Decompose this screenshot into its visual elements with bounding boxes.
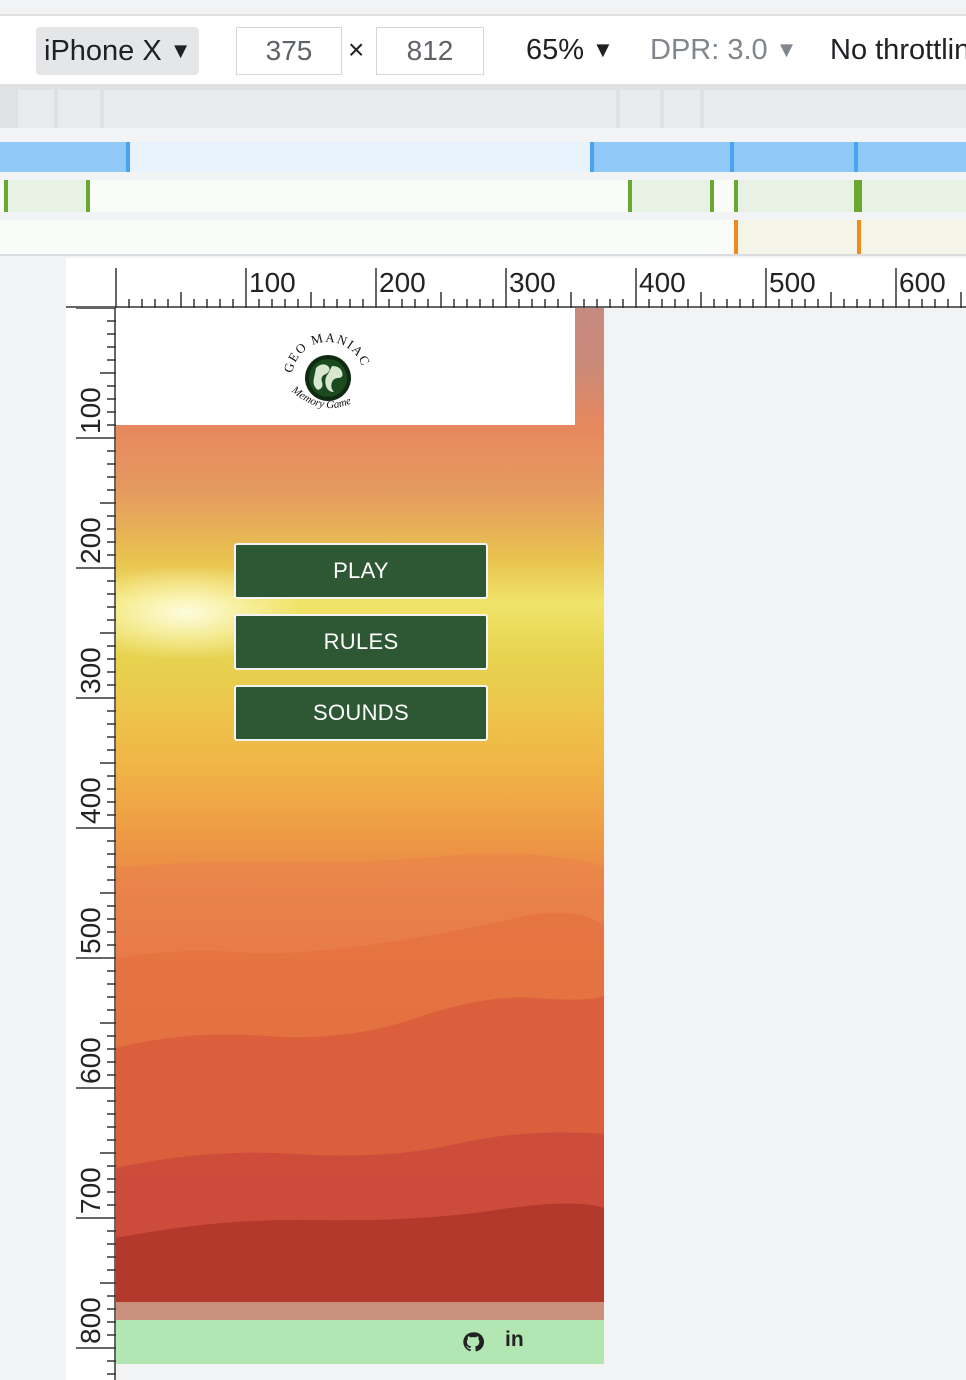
ruler-label: 100 xyxy=(75,387,106,434)
geo-maniac-logo[interactable]: GEO MANIAC Memory Game xyxy=(278,324,378,424)
ruler-label: 300 xyxy=(509,267,556,298)
media-query-segment[interactable] xyxy=(620,90,660,128)
ruler-label: 200 xyxy=(75,517,106,564)
media-query-block[interactable] xyxy=(734,180,966,212)
chevron-down-icon: ▼ xyxy=(592,37,614,62)
times-icon: × xyxy=(348,34,365,65)
rules-button[interactable]: RULES xyxy=(234,614,488,670)
media-query-marker xyxy=(734,180,738,212)
sounds-button[interactable]: SOUNDS xyxy=(234,685,488,741)
emulated-viewport: GEO MANIAC Memory Game PLAY RULES SOUNDS… xyxy=(116,308,604,1364)
width-input[interactable]: 375 xyxy=(236,27,342,75)
media-query-marker xyxy=(857,220,861,254)
zoom-value: 65% xyxy=(526,33,585,66)
ruler-label: 200 xyxy=(379,267,426,298)
media-query-bar-gray xyxy=(0,86,966,128)
ruler-label: 700 xyxy=(75,1167,106,1214)
device-toolbar: iPhone X ▼ 375 × 812 65% ▼ DPR: 3.0 ▼ No… xyxy=(0,14,966,86)
media-query-segment[interactable] xyxy=(58,90,100,128)
media-query-segment[interactable] xyxy=(664,90,700,128)
media-query-block[interactable] xyxy=(628,180,714,212)
mountain-ridges xyxy=(116,853,604,1364)
media-query-marker xyxy=(734,220,738,254)
chevron-down-icon: ▼ xyxy=(169,38,192,63)
media-query-bar-min-max xyxy=(0,180,966,212)
media-query-bar-max-width xyxy=(0,142,966,172)
ruler-label: 400 xyxy=(639,267,686,298)
dpr-value: DPR: 3.0 xyxy=(650,33,768,66)
ruler-label: 500 xyxy=(769,267,816,298)
media-query-segment[interactable] xyxy=(18,90,54,128)
media-query-marker xyxy=(628,180,632,212)
app-footer: in xyxy=(116,1320,604,1364)
play-button[interactable]: PLAY xyxy=(234,543,488,599)
ruler-label: 100 xyxy=(249,267,296,298)
media-query-segment[interactable] xyxy=(704,90,966,128)
media-query-block[interactable] xyxy=(590,142,966,172)
ruler-label: 500 xyxy=(75,907,106,954)
media-query-marker xyxy=(854,180,862,212)
media-query-segment[interactable] xyxy=(104,90,616,128)
media-query-marker xyxy=(86,180,90,212)
media-query-block[interactable] xyxy=(4,180,90,212)
ruler-label: 600 xyxy=(899,267,946,298)
device-select[interactable]: iPhone X ▼ xyxy=(36,27,200,75)
ruler-label: 300 xyxy=(75,647,106,694)
height-input[interactable]: 812 xyxy=(376,27,484,75)
ruler-label: 800 xyxy=(75,1297,106,1344)
zoom-select[interactable]: 65% ▼ xyxy=(526,16,614,84)
media-query-block[interactable] xyxy=(734,220,966,254)
media-query-marker xyxy=(590,142,594,172)
media-query-marker xyxy=(730,142,734,172)
linkedin-icon[interactable]: in xyxy=(505,1328,524,1352)
horizontal-ruler: 100 200 300 400 500 600 xyxy=(66,258,966,308)
github-icon[interactable] xyxy=(462,1331,484,1353)
media-query-marker xyxy=(854,142,858,172)
vertical-ruler: 100 200 300 400 500 600 700 800 xyxy=(66,308,116,1380)
chevron-down-icon: ▼ xyxy=(775,37,798,62)
media-query-marker xyxy=(710,180,714,212)
media-query-marker xyxy=(4,180,8,212)
media-query-marker xyxy=(126,142,130,172)
throttling-select[interactable]: No throttling xyxy=(830,16,966,84)
ruler-label: 400 xyxy=(75,777,106,824)
ruler-label: 600 xyxy=(75,1037,106,1084)
media-query-bar-min-width xyxy=(0,220,966,256)
media-query-block[interactable] xyxy=(0,142,128,172)
device-name: iPhone X xyxy=(44,34,162,67)
app-header: GEO MANIAC Memory Game xyxy=(116,308,575,425)
dpr-select[interactable]: DPR: 3.0 ▼ xyxy=(650,16,797,84)
